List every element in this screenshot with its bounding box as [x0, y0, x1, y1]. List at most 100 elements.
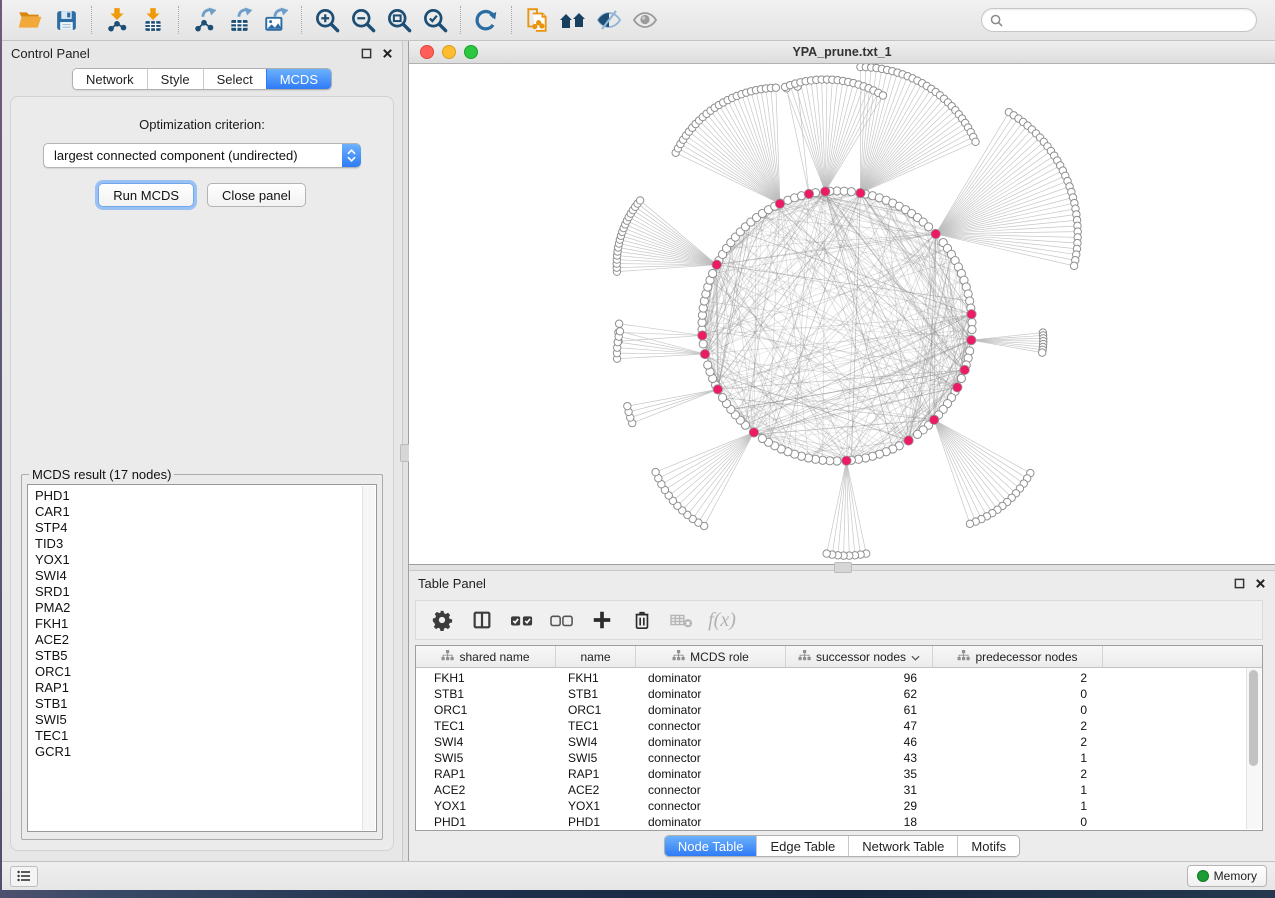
mcds-result-list[interactable]: PHD1CAR1STP4TID3YOX1SWI4SRD1PMA2FKH1ACE2… [27, 484, 377, 832]
table-row[interactable]: FKH1FKH1dominator962 [416, 670, 1262, 686]
zoom-in-icon[interactable] [312, 5, 342, 35]
list-item[interactable]: SWI5 [35, 712, 376, 728]
add-column-icon[interactable] [582, 603, 622, 637]
list-item[interactable]: GCR1 [35, 744, 376, 760]
graph-node[interactable] [704, 361, 712, 369]
list-item[interactable]: PHD1 [35, 488, 376, 504]
list-item[interactable]: TID3 [35, 536, 376, 552]
zoom-selected-icon[interactable] [420, 5, 450, 35]
column-header-successor-nodes[interactable]: successor nodes [786, 646, 933, 667]
list-item[interactable]: TEC1 [35, 728, 376, 744]
search-input[interactable] [1008, 12, 1248, 28]
mcds-hub-node[interactable] [929, 415, 938, 424]
tab-mcds[interactable]: MCDS [266, 69, 331, 89]
graph-node[interactable] [924, 223, 932, 231]
graph-leaf-node[interactable] [636, 197, 643, 204]
list-item[interactable]: STP4 [35, 520, 376, 536]
mcds-hub-node[interactable] [749, 428, 758, 437]
zoom-fit-icon[interactable] [384, 5, 414, 35]
table-row[interactable]: ORC1ORC1dominator610 [416, 702, 1262, 718]
deselect-all-icon[interactable] [542, 603, 582, 637]
table-settings-icon[interactable] [422, 603, 462, 637]
mcds-hub-node[interactable] [931, 229, 940, 238]
table-row[interactable]: STB1STB1dominator620 [416, 686, 1262, 702]
graph-node[interactable] [718, 394, 726, 402]
list-item[interactable]: PMA2 [35, 600, 376, 616]
graph-node[interactable] [847, 188, 855, 196]
float-panel-icon[interactable] [360, 48, 372, 60]
mcds-hub-node[interactable] [775, 199, 784, 208]
mcds-hub-node[interactable] [698, 331, 707, 340]
scrollbar-thumb[interactable] [1249, 670, 1258, 766]
export-image-icon[interactable] [261, 5, 291, 35]
memory-button[interactable]: Memory [1187, 865, 1267, 887]
tab-select[interactable]: Select [203, 69, 266, 89]
delete-column-icon[interactable] [622, 603, 662, 637]
tab-network-table[interactable]: Network Table [848, 836, 957, 856]
export-network-icon[interactable] [189, 5, 219, 35]
graph-node[interactable] [913, 430, 921, 438]
graph-node[interactable] [968, 325, 976, 333]
mcds-hub-node[interactable] [712, 260, 721, 269]
table-scrollbar[interactable] [1246, 668, 1261, 829]
refresh-icon[interactable] [471, 5, 501, 35]
list-item[interactable]: ACE2 [35, 632, 376, 648]
zoom-out-icon[interactable] [348, 5, 378, 35]
mcds-hub-node[interactable] [953, 383, 962, 392]
tab-node-table[interactable]: Node Table [665, 836, 757, 856]
home-networks-icon[interactable] [558, 5, 588, 35]
mcds-hub-node[interactable] [804, 189, 813, 198]
graph-leaf-node[interactable] [1070, 262, 1077, 269]
tab-edge-table[interactable]: Edge Table [756, 836, 848, 856]
list-item[interactable]: FKH1 [35, 616, 376, 632]
import-table-icon[interactable] [138, 5, 168, 35]
mcds-hub-node[interactable] [821, 187, 830, 196]
float-panel-icon[interactable] [1233, 578, 1245, 590]
open-file-icon[interactable] [15, 5, 45, 35]
vertical-splitter[interactable] [402, 41, 409, 861]
graph-leaf-node[interactable] [624, 402, 631, 409]
column-header-MCDS-role[interactable]: MCDS role [636, 646, 786, 667]
run-mcds-button[interactable]: Run MCDS [98, 183, 194, 207]
hide-graphics-details-icon[interactable] [594, 5, 624, 35]
list-item[interactable]: ORC1 [35, 664, 376, 680]
close-panel-icon[interactable] [1254, 578, 1266, 590]
search-box[interactable] [981, 8, 1257, 32]
horizontal-splitter[interactable] [409, 564, 1275, 571]
list-scrollbar[interactable] [362, 486, 375, 830]
list-item[interactable]: CAR1 [35, 504, 376, 520]
list-item[interactable]: STB5 [35, 648, 376, 664]
graph-leaf-node[interactable] [879, 92, 886, 99]
optimization-criterion-select[interactable]: largest connected component (undirected) [43, 143, 361, 168]
table-row[interactable]: PHD1PHD1dominator180 [416, 814, 1262, 830]
graph-node[interactable] [709, 269, 717, 277]
mcds-hub-node[interactable] [700, 349, 709, 358]
ndex-export-icon[interactable] [522, 5, 552, 35]
network-canvas[interactable] [409, 64, 1275, 564]
graph-leaf-node[interactable] [823, 550, 830, 557]
table-row[interactable]: ACE2ACE2connector311 [416, 782, 1262, 798]
mcds-hub-node[interactable] [842, 456, 851, 465]
tab-network[interactable]: Network [73, 69, 147, 89]
graph-node[interactable] [758, 434, 766, 442]
graph-leaf-node[interactable] [966, 520, 973, 527]
column-header-name[interactable]: name [556, 646, 636, 667]
table-row[interactable]: TEC1TEC1connector472 [416, 718, 1262, 734]
mcds-hub-node[interactable] [960, 365, 969, 374]
column-header-shared-name[interactable]: shared name [416, 646, 556, 667]
mcds-hub-node[interactable] [904, 436, 913, 445]
graph-leaf-node[interactable] [772, 84, 779, 91]
graph-leaf-node[interactable] [615, 320, 622, 327]
list-item[interactable]: SWI4 [35, 568, 376, 584]
tab-style[interactable]: Style [147, 69, 203, 89]
graph-node[interactable] [699, 340, 707, 348]
graph-leaf-node[interactable] [1038, 349, 1045, 356]
table-row[interactable]: SWI5SWI5connector431 [416, 750, 1262, 766]
split-table-icon[interactable] [462, 603, 502, 637]
table-row[interactable]: RAP1RAP1dominator352 [416, 766, 1262, 782]
save-session-icon[interactable] [51, 5, 81, 35]
list-item[interactable]: SRD1 [35, 584, 376, 600]
select-all-icon[interactable] [502, 603, 542, 637]
network-graph[interactable] [409, 64, 1275, 564]
list-item[interactable]: RAP1 [35, 680, 376, 696]
